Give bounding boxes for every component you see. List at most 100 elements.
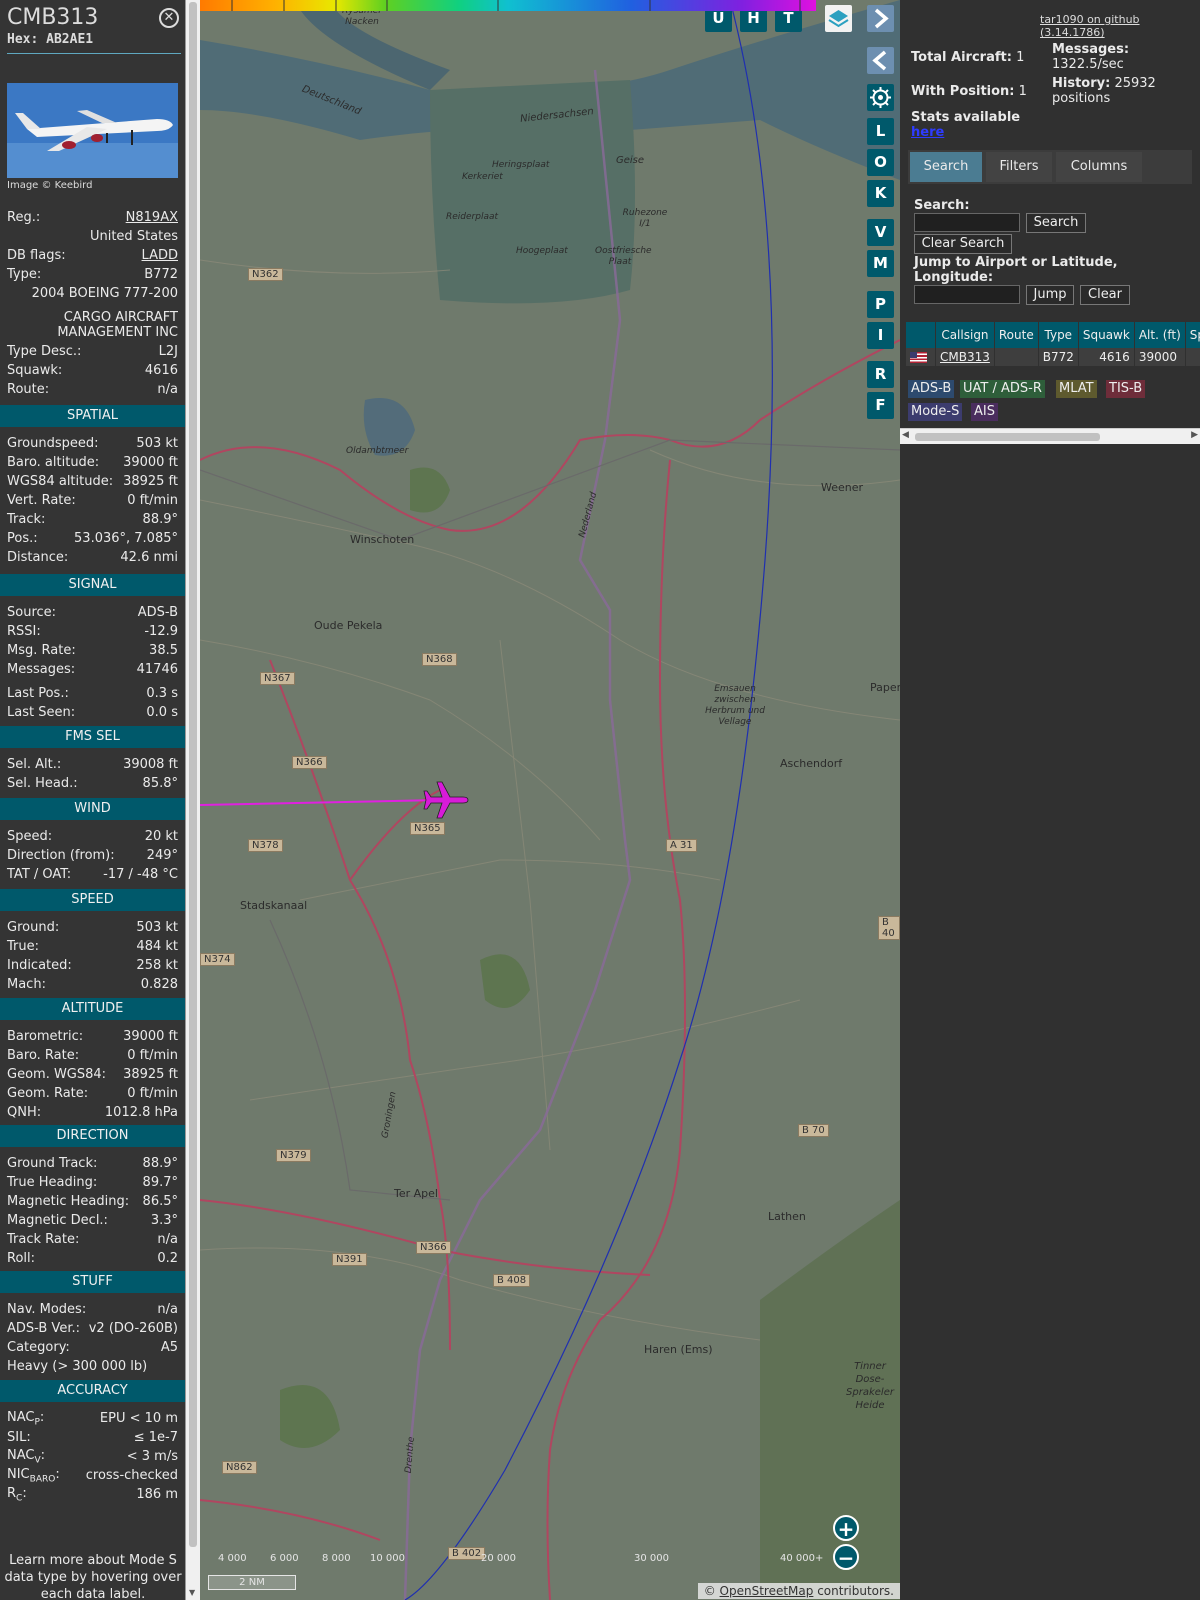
column-header-altitude[interactable]: Alt. (ft) [1134, 322, 1186, 348]
data-label[interactable]: Baro. altitude: [7, 455, 99, 470]
map-view[interactable]: Rysumer Nacken Deutschland Niedersachsen… [200, 0, 900, 1600]
map-button-o[interactable]: O [867, 149, 894, 176]
data-label[interactable]: True Heading: [7, 1175, 97, 1190]
zoom-out-button[interactable]: − [833, 1544, 859, 1570]
search-input[interactable] [914, 213, 1020, 232]
scroll-down-icon[interactable]: ▼ [189, 1588, 195, 1597]
data-label[interactable]: NACP: [7, 1410, 44, 1428]
search-button[interactable]: Search [1026, 213, 1086, 233]
data-label[interactable]: SIL: [7, 1430, 31, 1445]
data-label[interactable]: Speed: [7, 829, 52, 844]
chevron-right-icon[interactable] [867, 5, 894, 32]
registration-link[interactable]: N819AX [126, 210, 178, 225]
data-label[interactable]: Roll: [7, 1251, 35, 1266]
source-badge-adsb[interactable]: ADS-B [908, 380, 955, 398]
data-label[interactable]: Source: [7, 605, 56, 620]
gear-icon[interactable] [867, 84, 894, 111]
aircraft-marker-icon[interactable] [422, 780, 470, 822]
source-badge-ais[interactable]: AIS [971, 403, 998, 421]
osm-link[interactable]: OpenStreetMap [720, 1584, 814, 1598]
data-label[interactable]: Ground Track: [7, 1156, 97, 1171]
map-button-l[interactable]: L [867, 118, 894, 145]
scroll-right-icon[interactable]: ▶ [1191, 430, 1198, 440]
map-button-i[interactable]: I [867, 322, 894, 349]
data-label[interactable]: Groundspeed: [7, 436, 98, 451]
data-label[interactable]: Sel. Alt.: [7, 757, 61, 772]
column-header-callsign[interactable]: Callsign [935, 322, 995, 348]
map-button-r[interactable]: R [867, 361, 894, 388]
data-label[interactable]: WGS84 altitude: [7, 474, 113, 489]
data-label[interactable]: Vert. Rate: [7, 493, 76, 508]
data-label[interactable]: NACV: [7, 1448, 45, 1466]
data-label[interactable]: RC: [7, 1486, 27, 1504]
stats-link[interactable]: here [911, 125, 944, 140]
data-label[interactable]: Direction (from): [7, 848, 115, 863]
table-row[interactable]: CMB313 B772 4616 39000 [906, 348, 1200, 366]
column-header-speed[interactable]: Spd. [1185, 322, 1200, 348]
data-label[interactable]: Indicated: [7, 958, 72, 973]
data-label[interactable]: Nav. Modes: [7, 1302, 86, 1317]
data-label[interactable]: Last Seen: [7, 705, 75, 720]
scroll-left-icon[interactable]: ◀ [902, 430, 909, 440]
data-label[interactable]: NICBARO: [7, 1467, 60, 1485]
data-label[interactable]: Heavy (> 300 000 lb) [7, 1359, 147, 1374]
source-badge-uat[interactable]: UAT / ADS-R [960, 380, 1045, 398]
map-button-m[interactable]: M [867, 250, 894, 277]
data-label[interactable]: Msg. Rate: [7, 643, 76, 658]
data-label[interactable]: Sel. Head.: [7, 776, 78, 791]
data-label[interactable]: Geom. Rate: [7, 1086, 88, 1101]
data-label[interactable]: Category: [7, 1340, 70, 1355]
map-button-p[interactable]: P [867, 291, 894, 318]
clear-search-button[interactable]: Clear Search [914, 234, 1012, 254]
scrollbar-thumb[interactable] [189, 2, 197, 1547]
data-label[interactable]: Last Pos.: [7, 686, 69, 701]
data-label[interactable]: QNH: [7, 1105, 41, 1120]
legend-label: 4 000 [218, 1553, 247, 1564]
zoom-in-button[interactable]: + [833, 1515, 859, 1541]
data-label[interactable]: Magnetic Heading: [7, 1194, 129, 1209]
data-label[interactable]: True: [7, 939, 39, 954]
data-label[interactable]: Pos.: [7, 531, 38, 546]
data-label[interactable]: Barometric: [7, 1029, 83, 1044]
callsign-cell[interactable]: CMB313 [935, 348, 995, 366]
data-label[interactable]: Geom. WGS84: [7, 1067, 106, 1082]
close-icon[interactable]: ✕ [159, 8, 179, 28]
data-label[interactable]: Track: [7, 512, 45, 527]
data-label[interactable]: Distance: [7, 550, 68, 565]
data-label[interactable]: TAT / OAT: [7, 867, 71, 882]
aircraft-photo[interactable] [7, 83, 178, 178]
column-header-type[interactable]: Type [1038, 322, 1079, 348]
map-button-f[interactable]: F [867, 392, 894, 419]
data-label[interactable]: ADS-B Ver.: [7, 1321, 80, 1336]
tab-filters[interactable]: Filters [986, 152, 1052, 182]
road-shield: N367 [260, 672, 295, 685]
jump-clear-button[interactable]: Clear [1080, 285, 1130, 305]
layers-icon[interactable] [825, 5, 852, 32]
column-header-flag[interactable] [906, 322, 936, 348]
table-horizontal-scrollbar[interactable]: ◀ ▶ [900, 428, 1200, 444]
github-link[interactable]: tar1090 on github (3.14.1786) [1040, 13, 1200, 39]
source-badge-tisb[interactable]: TIS-B [1106, 380, 1146, 398]
left-panel-scrollbar[interactable]: ▲ ▼ [185, 0, 200, 1600]
map-button-k[interactable]: K [867, 180, 894, 207]
data-label[interactable]: Track Rate: [7, 1232, 79, 1247]
tab-columns[interactable]: Columns [1056, 152, 1142, 182]
source-badge-modes[interactable]: Mode-S [908, 403, 963, 421]
jump-input[interactable] [914, 285, 1020, 304]
data-label[interactable]: Ground: [7, 920, 59, 935]
jump-button[interactable]: Jump [1026, 285, 1074, 305]
db-flags-link[interactable]: LADD [142, 248, 178, 263]
tab-search[interactable]: Search [910, 152, 982, 182]
data-label[interactable]: Messages: [7, 662, 75, 677]
data-label[interactable]: Magnetic Decl.: [7, 1213, 108, 1228]
column-header-squawk[interactable]: Squawk [1078, 322, 1135, 348]
data-label[interactable]: Baro. Rate: [7, 1048, 79, 1063]
data-label[interactable]: Mach: [7, 977, 46, 992]
scrollbar-thumb[interactable] [915, 433, 1100, 441]
chevron-left-icon[interactable] [867, 47, 894, 74]
column-header-route[interactable]: Route [994, 322, 1039, 348]
map-button-v[interactable]: V [867, 219, 894, 246]
data-label[interactable]: RSSI: [7, 624, 41, 639]
route-row: Route: n/a [7, 382, 178, 397]
source-badge-mlat[interactable]: MLAT [1056, 380, 1097, 398]
